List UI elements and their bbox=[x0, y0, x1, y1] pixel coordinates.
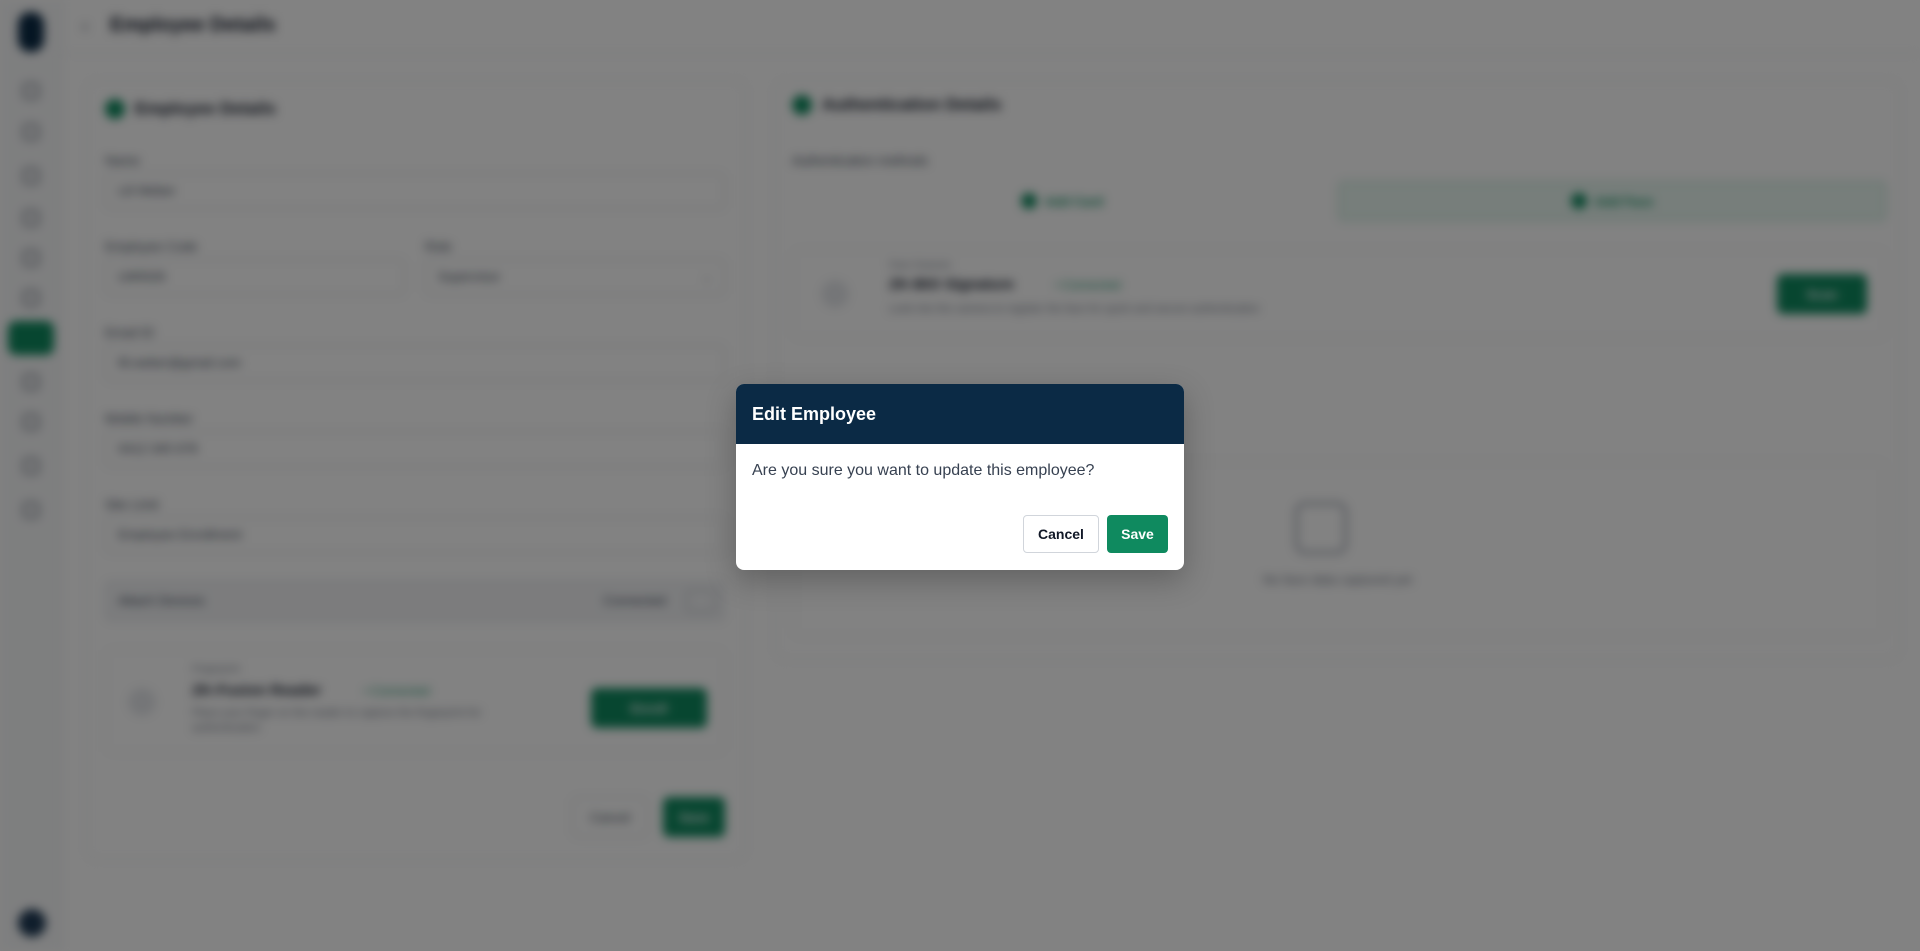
dialog-body: Are you sure you want to update this emp… bbox=[736, 444, 1184, 480]
dialog-title: Edit Employee bbox=[752, 403, 877, 424]
dialog-header: Edit Employee bbox=[736, 384, 1184, 444]
cancel-button[interactable]: Cancel bbox=[1023, 515, 1099, 553]
dialog-actions: Cancel Save bbox=[1023, 515, 1168, 553]
dialog-message: Are you sure you want to update this emp… bbox=[752, 462, 1095, 479]
save-button[interactable]: Save bbox=[1107, 515, 1168, 553]
edit-employee-dialog: Edit Employee Are you sure you want to u… bbox=[736, 384, 1184, 570]
